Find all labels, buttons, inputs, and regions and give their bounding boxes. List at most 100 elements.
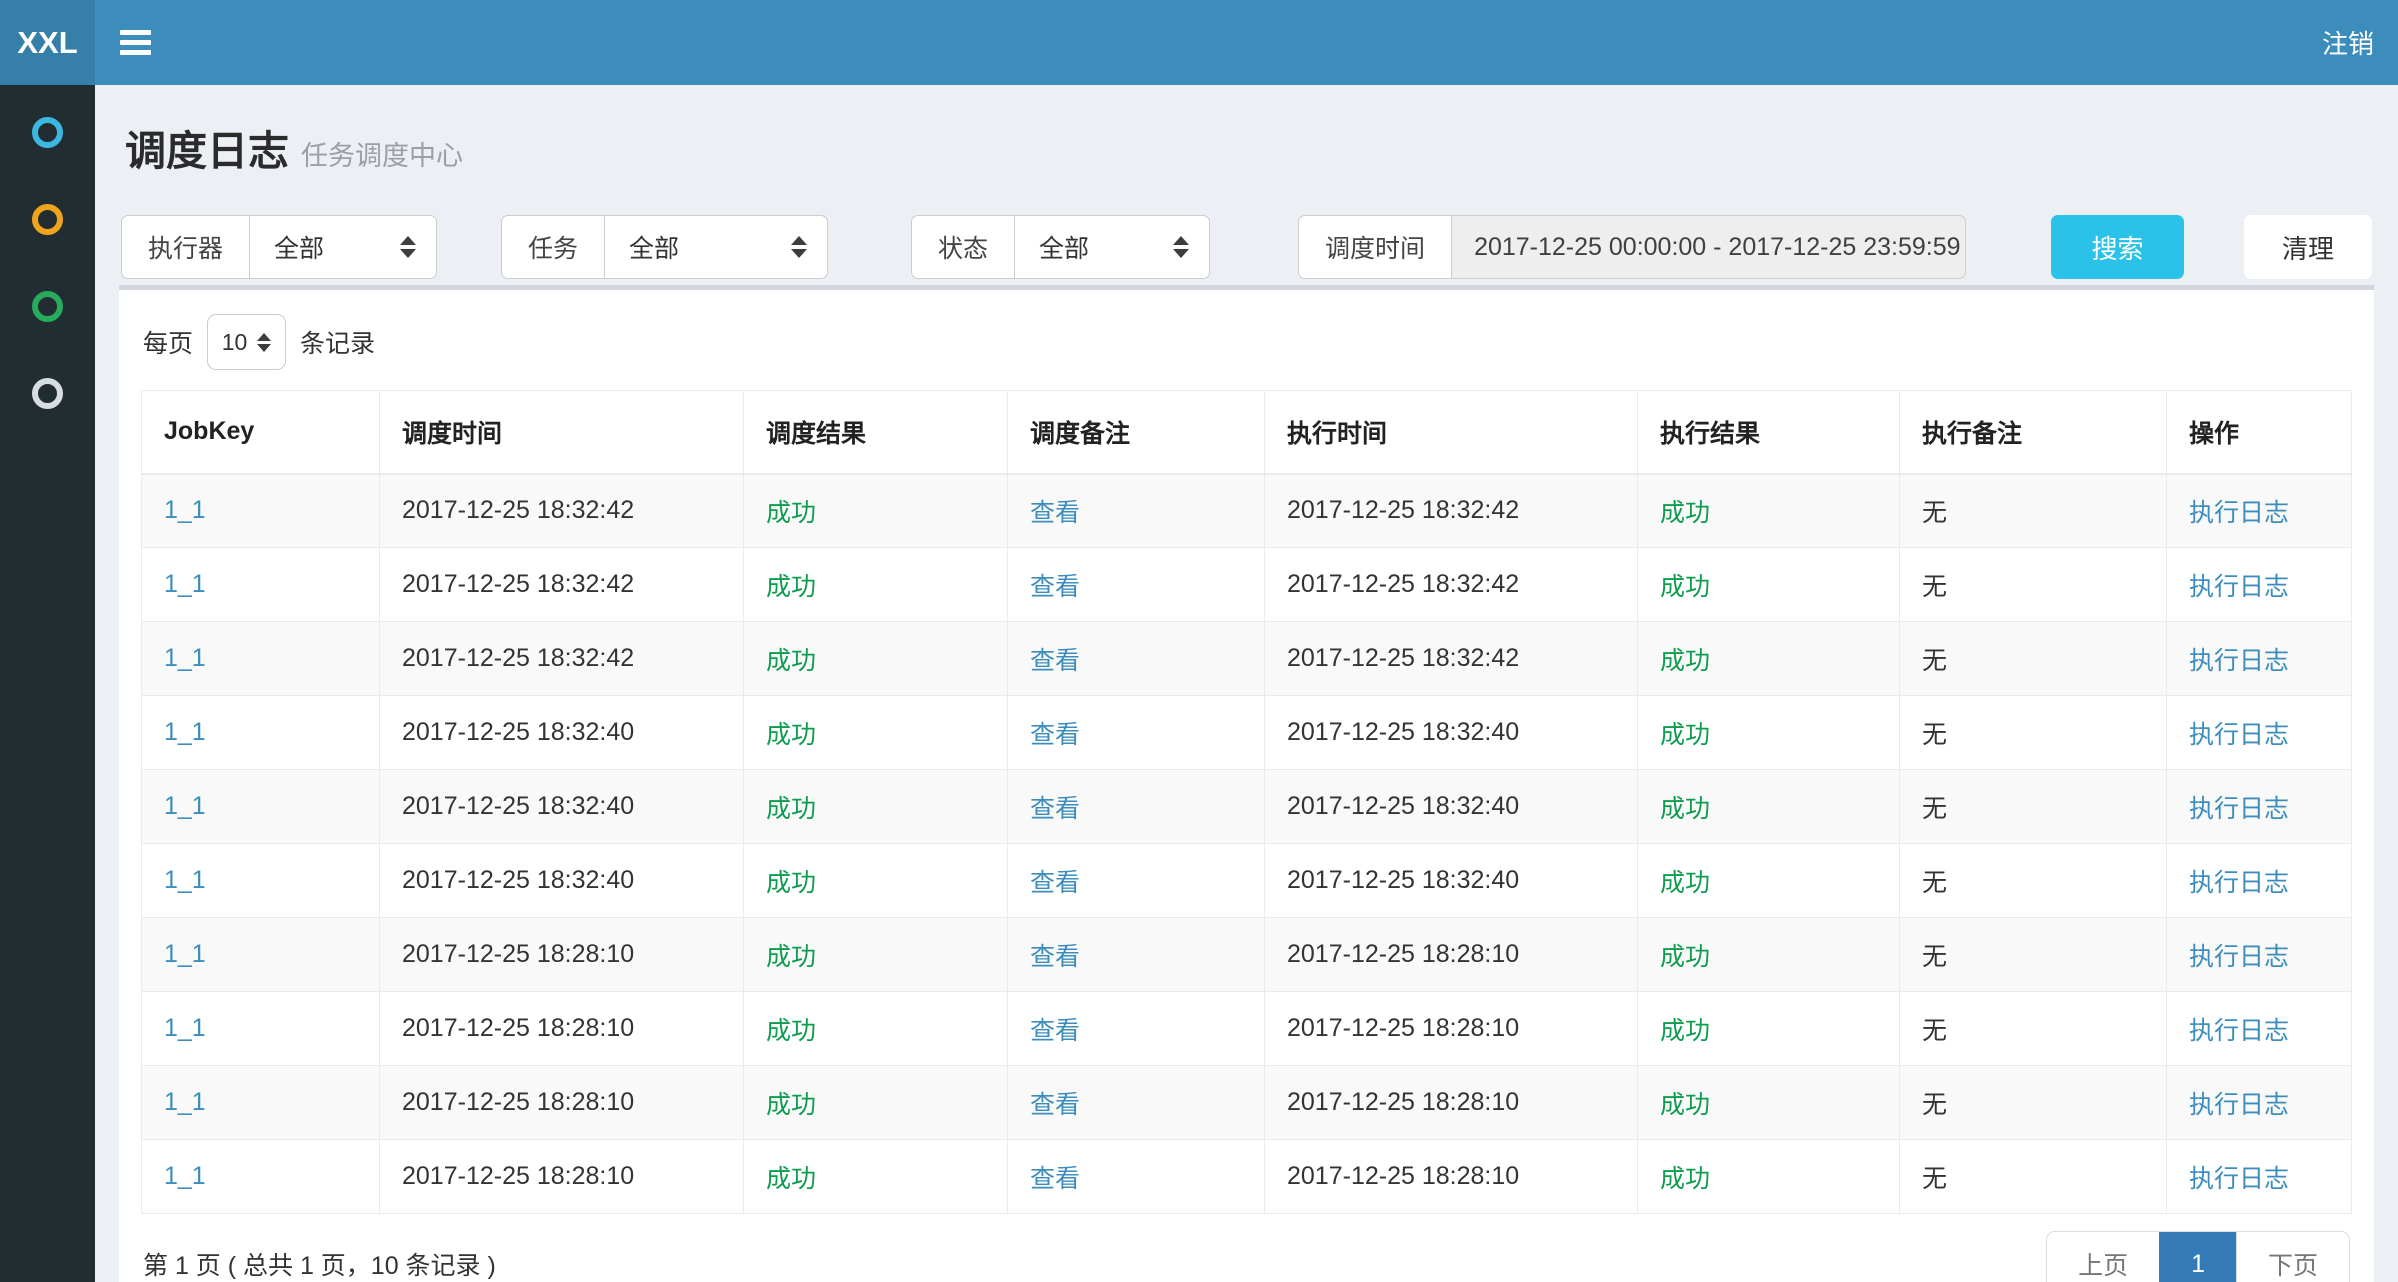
time-filter-group: 调度时间 2017-12-25 00:00:00 - 2017-12-25 23… bbox=[1298, 215, 1966, 279]
exec-log-link[interactable]: 执行日志 bbox=[2189, 647, 2289, 675]
handle-time-cell: 2017-12-25 18:32:42 bbox=[1265, 474, 1638, 548]
select-arrows-icon bbox=[1173, 236, 1189, 258]
prev-page-button[interactable]: 上页 bbox=[2047, 1232, 2159, 1282]
column-header: 执行时间 bbox=[1265, 391, 1638, 474]
column-header: 调度结果 bbox=[744, 391, 1008, 474]
jobkey-link[interactable]: 1_1 bbox=[164, 570, 206, 598]
top-navbar: XXL 注销 bbox=[0, 0, 2398, 85]
exec-log-link[interactable]: 执行日志 bbox=[2189, 1091, 2289, 1119]
exec-log-link-cell: 执行日志 bbox=[2167, 844, 2352, 918]
exec-log-link[interactable]: 执行日志 bbox=[2189, 499, 2289, 527]
clean-button[interactable]: 清理 bbox=[2244, 215, 2372, 279]
jobkey-link[interactable]: 1_1 bbox=[164, 940, 206, 968]
trigger-msg-link[interactable]: 查看 bbox=[1030, 1017, 1080, 1045]
table-row: 1_12017-12-25 18:32:42成功查看2017-12-25 18:… bbox=[142, 622, 2352, 696]
page-size-prefix-label: 每页 bbox=[143, 324, 193, 360]
pagination-info: 第 1 页 ( 总共 1 页，10 条记录 ) bbox=[143, 1246, 496, 1282]
page-size-select[interactable]: 10 bbox=[207, 314, 286, 370]
handle-msg-cell: 无 bbox=[1900, 622, 2167, 696]
next-page-button[interactable]: 下页 bbox=[2236, 1232, 2349, 1282]
trigger-msg-link[interactable]: 查看 bbox=[1030, 869, 1080, 897]
status-filter-group: 状态 全部 bbox=[911, 215, 1210, 279]
exec-log-link[interactable]: 执行日志 bbox=[2189, 795, 2289, 823]
job-filter-select[interactable]: 全部 bbox=[604, 215, 828, 279]
current-page-button[interactable]: 1 bbox=[2159, 1232, 2236, 1282]
exec-log-link[interactable]: 执行日志 bbox=[2189, 573, 2289, 601]
status-filter-value: 全部 bbox=[1039, 229, 1145, 265]
trigger-msg-link[interactable]: 查看 bbox=[1030, 647, 1080, 675]
trigger-msg-link[interactable]: 查看 bbox=[1030, 943, 1080, 971]
executor-filter-value: 全部 bbox=[274, 229, 372, 265]
trigger-msg-link[interactable]: 查看 bbox=[1030, 1091, 1080, 1119]
handle-msg-cell: 无 bbox=[1900, 992, 2167, 1066]
trigger-msg-link[interactable]: 查看 bbox=[1030, 499, 1080, 527]
trigger-time-cell: 2017-12-25 18:28:10 bbox=[380, 918, 744, 992]
trigger-msg-link-cell: 查看 bbox=[1008, 1066, 1265, 1140]
exec-log-link[interactable]: 执行日志 bbox=[2189, 721, 2289, 749]
trigger-time-cell: 2017-12-25 18:32:40 bbox=[380, 844, 744, 918]
jobkey-link[interactable]: 1_1 bbox=[164, 792, 206, 820]
handle-result-cell: 成功 bbox=[1638, 770, 1900, 844]
jobkey-link[interactable]: 1_1 bbox=[164, 496, 206, 524]
app-logo[interactable]: XXL bbox=[0, 0, 95, 85]
handle-time-cell: 2017-12-25 18:28:10 bbox=[1265, 1066, 1638, 1140]
handle-result-cell: 成功 bbox=[1638, 474, 1900, 548]
status-filter-label: 状态 bbox=[911, 215, 1014, 279]
trigger-msg-link[interactable]: 查看 bbox=[1030, 721, 1080, 749]
trigger-result-cell: 成功 bbox=[744, 992, 1008, 1066]
sidebar-menu-item-3[interactable] bbox=[0, 263, 95, 350]
search-button[interactable]: 搜索 bbox=[2051, 215, 2184, 279]
sidebar-menu-item-1[interactable] bbox=[0, 89, 95, 176]
handle-msg-cell: 无 bbox=[1900, 474, 2167, 548]
executor-filter-select[interactable]: 全部 bbox=[249, 215, 437, 279]
handle-msg-cell: 无 bbox=[1900, 696, 2167, 770]
time-range-input[interactable]: 2017-12-25 00:00:00 - 2017-12-25 23:59:5… bbox=[1451, 215, 1966, 279]
logout-link[interactable]: 注销 bbox=[2322, 24, 2374, 61]
table-row: 1_12017-12-25 18:32:42成功查看2017-12-25 18:… bbox=[142, 548, 2352, 622]
circle-outline-icon bbox=[32, 117, 63, 148]
handle-msg-cell: 无 bbox=[1900, 918, 2167, 992]
sidebar-menu-item-2[interactable] bbox=[0, 176, 95, 263]
jobkey-link-cell: 1_1 bbox=[142, 1066, 380, 1140]
select-arrows-icon bbox=[257, 333, 271, 352]
jobkey-link-cell: 1_1 bbox=[142, 770, 380, 844]
column-header: 调度时间 bbox=[380, 391, 744, 474]
exec-log-link[interactable]: 执行日志 bbox=[2189, 943, 2289, 971]
trigger-result-cell: 成功 bbox=[744, 1140, 1008, 1214]
jobkey-link[interactable]: 1_1 bbox=[164, 1162, 206, 1190]
exec-log-link[interactable]: 执行日志 bbox=[2189, 1017, 2289, 1045]
sidebar-toggle-icon[interactable] bbox=[120, 30, 151, 55]
trigger-time-cell: 2017-12-25 18:32:40 bbox=[380, 696, 744, 770]
trigger-msg-link[interactable]: 查看 bbox=[1030, 795, 1080, 823]
jobkey-link[interactable]: 1_1 bbox=[164, 866, 206, 894]
jobkey-link-cell: 1_1 bbox=[142, 918, 380, 992]
column-header: 调度备注 bbox=[1008, 391, 1265, 474]
trigger-msg-link[interactable]: 查看 bbox=[1030, 1165, 1080, 1193]
jobkey-link[interactable]: 1_1 bbox=[164, 718, 206, 746]
time-filter-label: 调度时间 bbox=[1298, 215, 1451, 279]
pagination: 上页 1 下页 bbox=[2046, 1231, 2350, 1282]
jobkey-link[interactable]: 1_1 bbox=[164, 644, 206, 672]
exec-log-link[interactable]: 执行日志 bbox=[2189, 869, 2289, 897]
trigger-msg-link[interactable]: 查看 bbox=[1030, 573, 1080, 601]
exec-log-link-cell: 执行日志 bbox=[2167, 474, 2352, 548]
exec-log-link-cell: 执行日志 bbox=[2167, 918, 2352, 992]
trigger-result-cell: 成功 bbox=[744, 844, 1008, 918]
trigger-msg-link-cell: 查看 bbox=[1008, 770, 1265, 844]
page-size-suffix-label: 条记录 bbox=[300, 324, 375, 360]
table-header: JobKey调度时间调度结果调度备注执行时间执行结果执行备注操作 bbox=[142, 391, 2352, 474]
trigger-msg-link-cell: 查看 bbox=[1008, 844, 1265, 918]
jobkey-link[interactable]: 1_1 bbox=[164, 1014, 206, 1042]
handle-time-cell: 2017-12-25 18:32:40 bbox=[1265, 770, 1638, 844]
exec-log-link[interactable]: 执行日志 bbox=[2189, 1165, 2289, 1193]
page-title: 调度日志 bbox=[125, 128, 289, 174]
trigger-time-cell: 2017-12-25 18:32:42 bbox=[380, 474, 744, 548]
table-row: 1_12017-12-25 18:28:10成功查看2017-12-25 18:… bbox=[142, 918, 2352, 992]
status-filter-select[interactable]: 全部 bbox=[1014, 215, 1210, 279]
jobkey-link-cell: 1_1 bbox=[142, 844, 380, 918]
column-header: 执行备注 bbox=[1900, 391, 2167, 474]
sidebar-menu-item-4[interactable] bbox=[0, 350, 95, 437]
trigger-time-cell: 2017-12-25 18:32:42 bbox=[380, 622, 744, 696]
trigger-msg-link-cell: 查看 bbox=[1008, 474, 1265, 548]
jobkey-link[interactable]: 1_1 bbox=[164, 1088, 206, 1116]
